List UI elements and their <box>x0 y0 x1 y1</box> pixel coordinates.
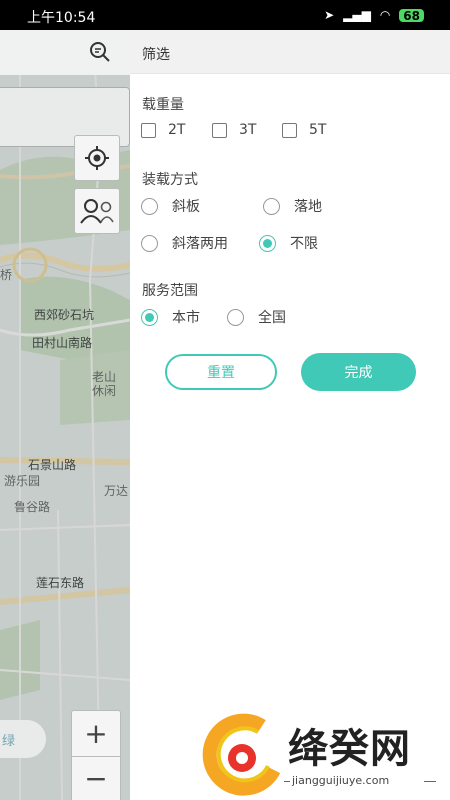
people-icon <box>80 199 114 224</box>
radio-city[interactable]: 本市 <box>141 307 200 327</box>
map-label: 莲石东路 <box>36 576 85 590</box>
done-button[interactable]: 完成 <box>301 353 416 391</box>
checkbox-label: 5T <box>309 122 327 138</box>
locate-icon <box>85 146 109 170</box>
service-area-title: 服务范围 <box>142 283 198 299</box>
watermark-line <box>424 781 436 782</box>
map-view[interactable]: 西郊砂石坑 田村山南路 老山 休闲 石景山路 游乐园 万达 鲁谷路 莲石东路 桥… <box>0 30 130 800</box>
checkbox-icon <box>282 122 297 138</box>
radio-label: 斜板 <box>172 199 200 215</box>
radio-label: 不限 <box>290 236 318 252</box>
radio-icon <box>227 308 244 326</box>
watermark: 绛癸网 jiangguijiuye.com <box>200 712 450 800</box>
wifi-icon: ◠ <box>379 8 391 22</box>
radio-icon <box>141 234 158 252</box>
radio-label: 斜落两用 <box>172 236 228 252</box>
watermark-text: 绛癸网 <box>288 726 411 772</box>
zoom-in-button[interactable]: + <box>71 711 121 756</box>
radio-label: 落地 <box>294 199 322 215</box>
checkbox-label: 2T <box>168 122 186 138</box>
signal-icon: ▂▄▆ <box>343 8 371 22</box>
status-icons: ➤ ▂▄▆ ◠ 68 <box>324 8 424 23</box>
radio-label: 全国 <box>258 310 286 326</box>
checkbox-icon <box>141 122 156 138</box>
radio-nationwide[interactable]: 全国 <box>227 307 286 327</box>
zoom-out-button[interactable]: − <box>71 756 121 800</box>
watermark-url: jiangguijiuye.com <box>292 774 390 787</box>
drawer-title: 筛选 <box>142 47 170 63</box>
radio-ground[interactable]: 落地 <box>263 196 322 216</box>
checkbox-3t[interactable]: 3T <box>212 122 256 138</box>
status-bar: 上午10:54 ➤ ▂▄▆ ◠ 68 <box>0 0 450 30</box>
search-icon[interactable] <box>88 40 112 64</box>
checkbox-2t[interactable]: 2T <box>141 122 185 138</box>
filter-drawer: 筛选 载重量 2T 3T 5T 装载方式 斜板 落地 斜落两用 不限 服务范围 … <box>130 30 450 800</box>
map-label: 游乐园 <box>4 474 41 488</box>
map-label: 万达 <box>104 484 129 498</box>
map-label: 田村山南路 <box>32 336 93 350</box>
status-time: 上午10:54 <box>27 10 96 26</box>
radio-label: 本市 <box>172 310 200 326</box>
map-label: 桥 <box>0 268 13 282</box>
radio-selected-icon <box>259 234 276 252</box>
map-label: 鲁谷路 <box>14 500 51 514</box>
map-pill-button[interactable]: 绿 <box>0 720 46 758</box>
radio-selected-icon <box>141 308 158 326</box>
radio-icon <box>141 197 158 215</box>
people-button[interactable] <box>74 188 120 234</box>
reset-button[interactable]: 重置 <box>165 354 277 390</box>
radio-unlimited[interactable]: 不限 <box>259 233 318 253</box>
watermark-line <box>284 781 290 782</box>
load-weight-title: 载重量 <box>142 97 184 113</box>
radio-both[interactable]: 斜落两用 <box>141 233 228 253</box>
radio-slope[interactable]: 斜板 <box>141 196 200 216</box>
locate-button[interactable] <box>74 135 120 181</box>
checkbox-label: 3T <box>239 122 257 138</box>
map-label: 西郊砂石坑 <box>34 308 95 322</box>
drawer-header: 筛选 <box>130 30 450 74</box>
radio-icon <box>263 197 280 215</box>
zoom-control: + − <box>71 710 121 800</box>
location-arrow-icon: ➤ <box>324 8 335 22</box>
battery-icon: 68 <box>399 8 424 23</box>
map-label: 休闲 <box>92 384 117 398</box>
map-label: 石景山路 <box>28 458 77 472</box>
loading-method-title: 装载方式 <box>142 172 198 188</box>
watermark-logo-icon <box>202 713 281 796</box>
checkbox-5t[interactable]: 5T <box>282 122 326 138</box>
checkbox-icon <box>212 122 227 138</box>
